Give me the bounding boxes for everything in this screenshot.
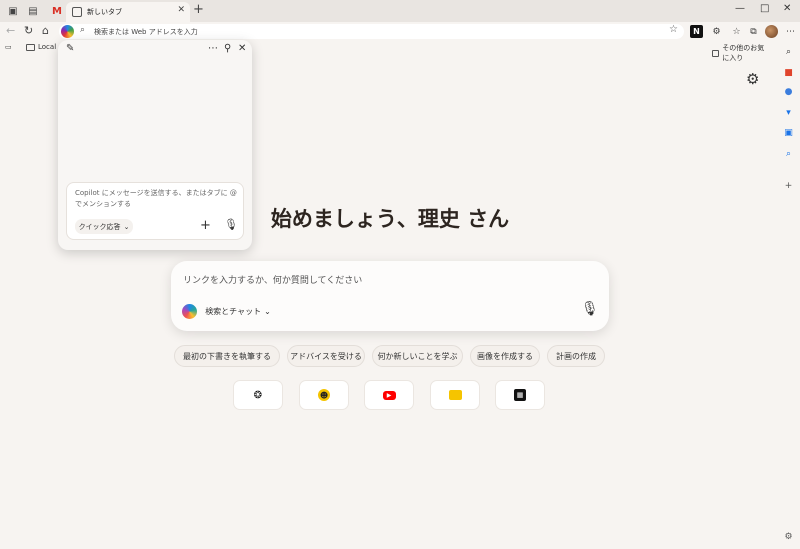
suggestion-chip[interactable]: 画像を作成する: [470, 345, 540, 367]
tab-title: 新しいタブ: [87, 8, 122, 16]
bookmark-other-favorites[interactable]: その他のお気に入り: [712, 43, 770, 63]
sidebar-add-icon[interactable]: +: [782, 179, 795, 192]
quick-link-tile[interactable]: ❂: [233, 380, 283, 410]
profile-avatar[interactable]: [765, 25, 778, 38]
copilot-mode-dropdown[interactable]: クイック応答 ⌄: [75, 219, 133, 234]
copilot-pin-icon[interactable]: ⚲: [224, 43, 231, 54]
navigation-bar: ← ↻ ⌂ ⌕ ☆ N ⚙ ☆ ⧉ ⋯: [0, 22, 800, 40]
sidebar-bing-icon[interactable]: ⌕: [782, 147, 795, 160]
copilot-more-icon[interactable]: ⋯: [208, 43, 218, 54]
folder-icon: [26, 43, 35, 51]
sidebar-tools-icon[interactable]: ■: [782, 66, 795, 79]
quick-link-tile[interactable]: ▶: [364, 380, 414, 410]
favorites-icon[interactable]: ☆: [730, 25, 743, 38]
mic-icon[interactable]: 🎙: [581, 301, 599, 317]
tab-new-tab[interactable]: 新しいタブ ✕: [66, 2, 190, 22]
chevron-down-icon: ⌄: [123, 222, 130, 231]
tab-bar: ▣ ▤ M 新しいタブ ✕ + — □ ✕: [0, 0, 800, 22]
quick-link-tile[interactable]: ☻: [299, 380, 349, 410]
page-icon: [72, 7, 82, 17]
folder-icon: [712, 49, 720, 57]
copilot-close-icon[interactable]: ✕: [238, 43, 246, 54]
suggestion-chip[interactable]: 何か新しいことを学ぶ: [372, 345, 463, 367]
image-site-icon: ▦: [514, 389, 526, 401]
greeting-heading: 始めましょう、理史 さん: [270, 207, 510, 231]
copilot-logo-icon[interactable]: [61, 25, 74, 38]
sidebar-office-icon[interactable]: ▣: [782, 126, 795, 139]
sidebar-search-icon[interactable]: ⌕: [782, 45, 795, 58]
edge-sidebar: ⌕ ■ ● ▾ ▣ ⌕ + ⚙: [778, 40, 800, 549]
back-icon[interactable]: ←: [6, 24, 15, 37]
quick-link-tile[interactable]: [430, 380, 480, 410]
copilot-mode-label: クイック応答: [78, 222, 121, 231]
suggestion-chip[interactable]: アドバイスを受ける: [287, 345, 365, 367]
sidebar-shopping-icon[interactable]: ▾: [782, 106, 795, 119]
more-menu-icon[interactable]: ⋯: [784, 25, 797, 38]
news-icon: [448, 390, 462, 400]
collections-icon[interactable]: ⧉: [747, 25, 760, 38]
gmail-tab-icon[interactable]: M: [50, 4, 64, 18]
search-icon: ⌕: [80, 25, 86, 35]
bookmark-app-icon[interactable]: ▭: [5, 43, 12, 51]
chevron-down-icon: ⌄: [264, 307, 271, 316]
youtube-icon: ▶: [382, 390, 396, 400]
page-settings-gear-icon[interactable]: ⚙: [746, 70, 759, 88]
favorite-star-icon[interactable]: ☆: [669, 24, 678, 35]
suggestion-chip[interactable]: 最初の下書きを執筆する: [174, 345, 280, 367]
bookmark-local[interactable]: Local: [26, 43, 56, 51]
minimize-icon[interactable]: —: [735, 3, 745, 14]
notion-extension-icon[interactable]: N: [690, 25, 703, 38]
sidebar-outlook-icon[interactable]: ●: [782, 85, 795, 98]
extensions-icon[interactable]: ⚙: [710, 25, 723, 38]
quick-link-tile[interactable]: ▦: [495, 380, 545, 410]
face-icon: ☻: [318, 389, 330, 401]
address-bar[interactable]: ⌕ ☆: [59, 24, 684, 39]
search-input[interactable]: [183, 273, 583, 289]
search-mode-label: 検索とチャット: [205, 307, 262, 316]
home-icon[interactable]: ⌂: [42, 24, 49, 37]
bookmark-other-favorites-label: その他のお気に入り: [722, 44, 765, 62]
workspaces-icon[interactable]: ▣: [6, 4, 20, 18]
suggestion-chip[interactable]: 計画の作成: [547, 345, 605, 367]
tab-close-button[interactable]: ✕: [177, 5, 185, 15]
copilot-logo-icon: [182, 304, 197, 319]
close-window-icon[interactable]: ✕: [783, 3, 791, 14]
refresh-icon[interactable]: ↻: [24, 24, 33, 37]
main-search-box[interactable]: 検索とチャット ⌄ 🎙: [171, 261, 609, 331]
maximize-icon[interactable]: □: [760, 3, 769, 14]
bookmark-local-label: Local: [38, 43, 57, 51]
sidebar-settings-icon[interactable]: ⚙: [782, 530, 795, 543]
vertical-tabs-icon[interactable]: ▤: [26, 4, 40, 18]
copilot-new-chat-icon[interactable]: ✎: [66, 43, 74, 54]
new-tab-button[interactable]: +: [193, 2, 204, 17]
address-input[interactable]: [94, 26, 654, 37]
openai-icon: ❂: [253, 389, 263, 401]
search-mode-dropdown[interactable]: 検索とチャット ⌄: [204, 303, 272, 320]
